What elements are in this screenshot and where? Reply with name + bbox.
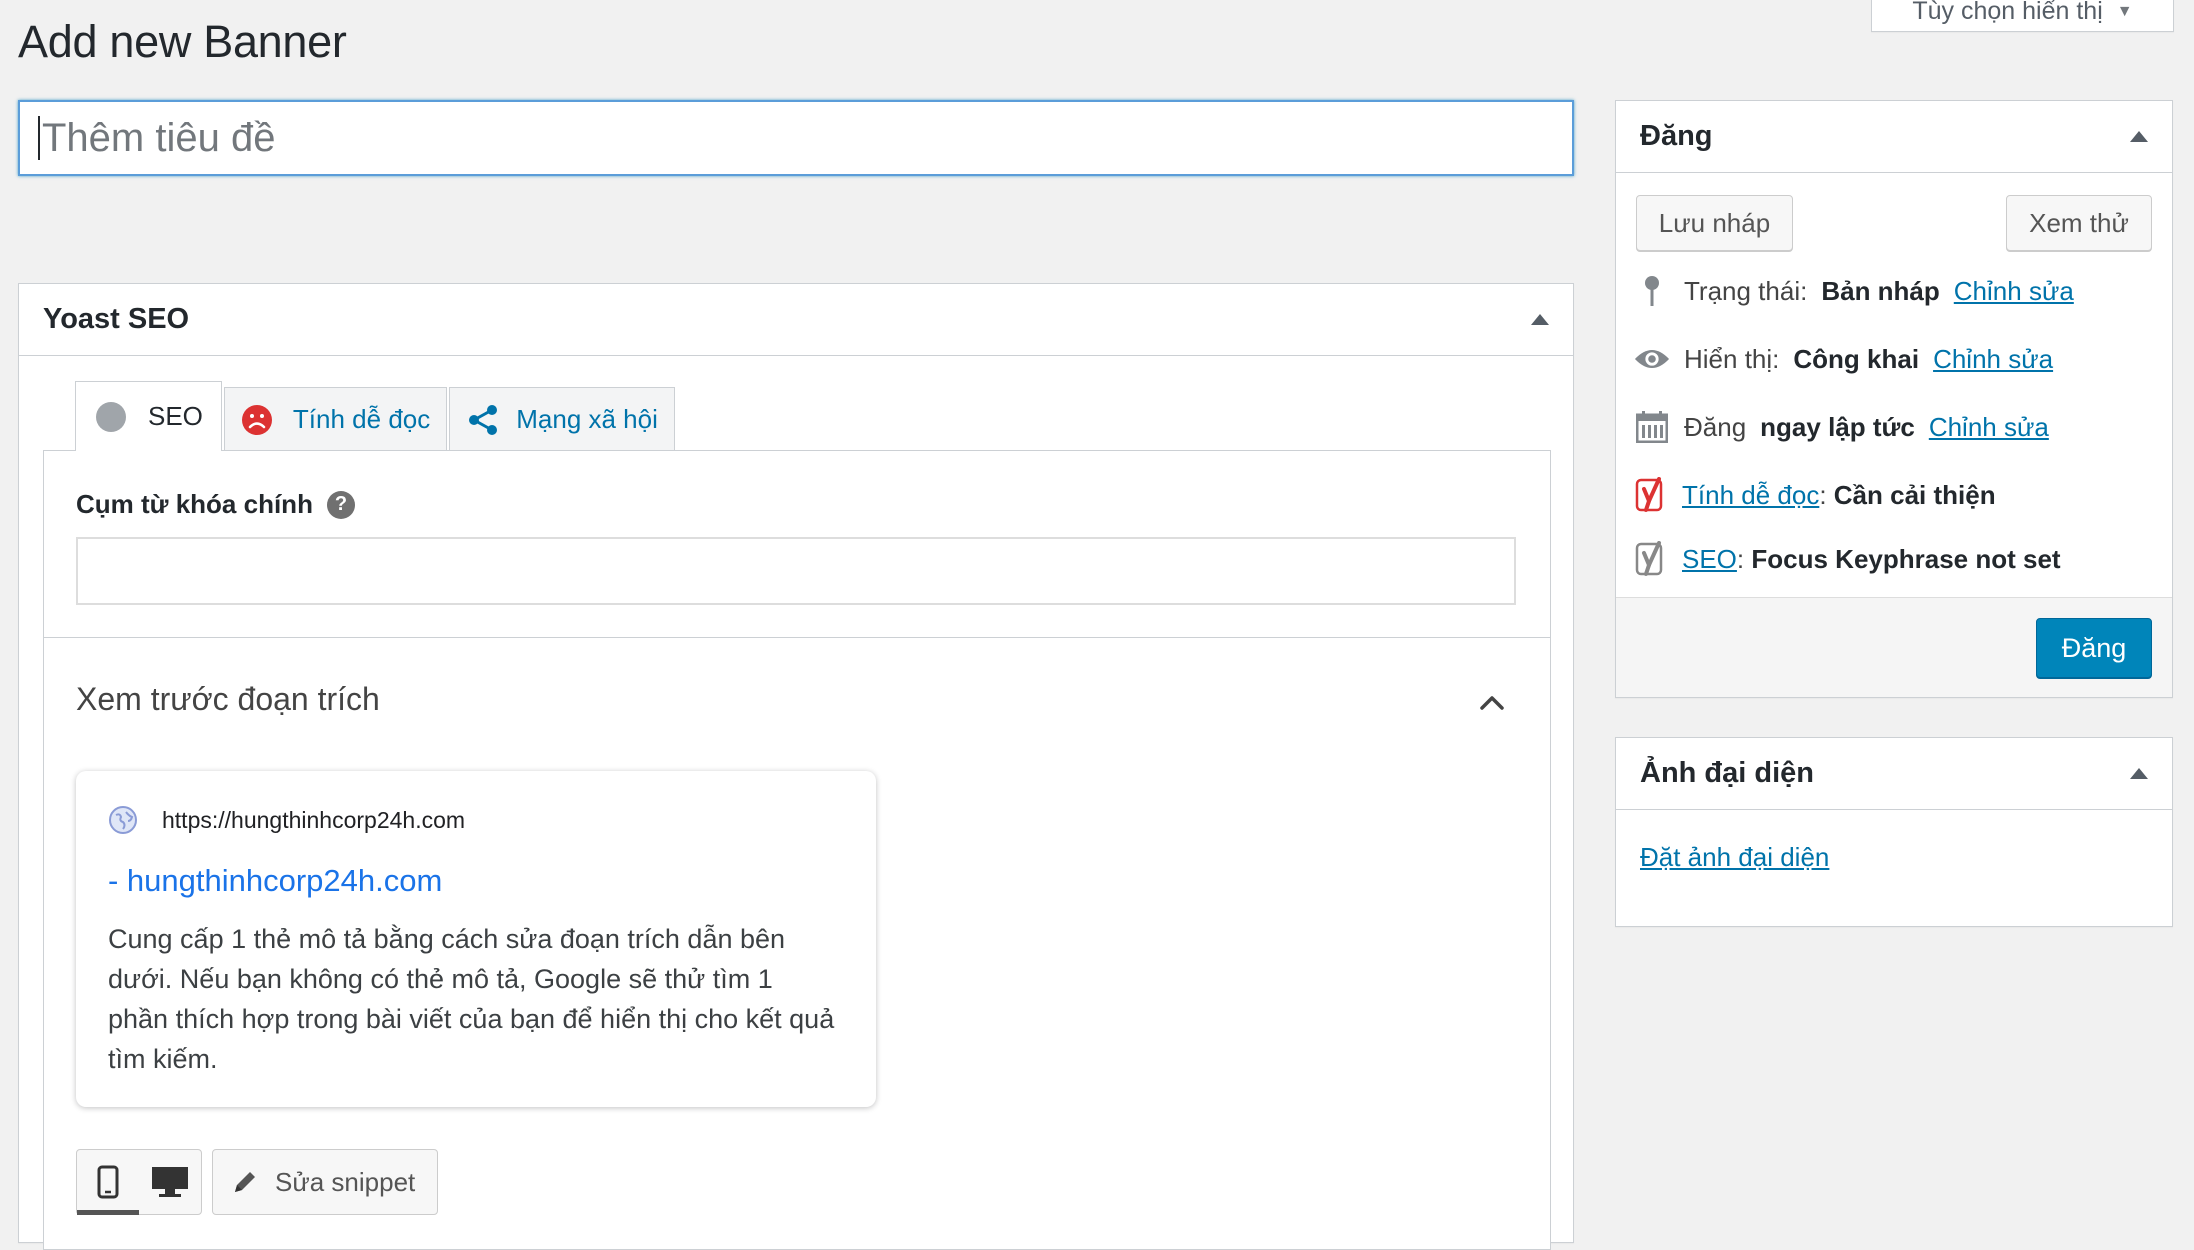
help-icon[interactable]: ? xyxy=(326,490,355,519)
schedule-value: ngay lập tức xyxy=(1760,411,1915,442)
status-value: Bản nháp xyxy=(1821,275,1940,306)
calendar-icon xyxy=(1634,409,1670,445)
edit-schedule-link[interactable]: Chỉnh sửa xyxy=(1929,412,2049,443)
seo-text: SEO: Focus Keyphrase not set xyxy=(1682,543,2061,574)
featured-title: Ảnh đại diện xyxy=(1640,757,1814,789)
tab-seo[interactable]: SEO xyxy=(75,381,222,451)
collapse-triangle-icon[interactable] xyxy=(1531,314,1549,325)
mobile-preview-button[interactable] xyxy=(77,1150,139,1215)
snippet-url: https://hungthinhcorp24h.com xyxy=(162,806,466,833)
title-input[interactable]: Thêm tiêu đề xyxy=(18,100,1574,176)
tab-social[interactable]: Mạng xã hội xyxy=(449,387,675,451)
publish-actions: Đăng xyxy=(1616,597,2172,697)
seo-value: Focus Keyphrase not set xyxy=(1751,543,2061,574)
status-row: Trạng thái: Bản nháp Chỉnh sửa xyxy=(1634,273,2074,309)
publish-header[interactable]: Đăng xyxy=(1616,101,2172,173)
yoast-tabs: SEO Tính dễ đọc Mạng xã hội xyxy=(75,381,677,451)
tab-social-label: Mạng xã hội xyxy=(516,404,658,434)
pencil-icon xyxy=(235,1172,255,1192)
pin-icon xyxy=(1634,273,1670,309)
title-placeholder: Thêm tiêu đề xyxy=(42,116,276,160)
edit-snippet-label: Sửa snippet xyxy=(275,1166,416,1197)
readability-text: Tính dễ đọc: Cần cải thiện xyxy=(1682,479,1996,510)
keyphrase-label: Cụm từ khóa chính ? xyxy=(76,489,355,520)
screen-options-label: Tùy chọn hiển thị xyxy=(1912,0,2103,25)
publish-button[interactable]: Đăng xyxy=(2036,618,2152,678)
snippet-site-title[interactable]: - hungthinhcorp24h.com xyxy=(108,863,442,899)
divider xyxy=(44,637,1550,638)
preview-button[interactable]: Xem thử xyxy=(2006,195,2152,251)
edit-snippet-button[interactable]: Sửa snippet xyxy=(212,1149,438,1215)
collapse-triangle-icon[interactable] xyxy=(2130,768,2148,779)
keyphrase-label-text: Cụm từ khóa chính xyxy=(76,489,313,519)
text-cursor xyxy=(38,116,40,160)
visibility-label: Hiển thị: xyxy=(1684,343,1780,374)
desktop-preview-button[interactable] xyxy=(139,1150,201,1214)
publish-title: Đăng xyxy=(1640,120,1713,152)
tab-readability[interactable]: Tính dễ đọc xyxy=(223,387,448,451)
chevron-up-icon[interactable] xyxy=(1478,689,1506,717)
tab-readability-label: Tính dễ đọc xyxy=(292,404,431,434)
screen-options-button[interactable]: Tùy chọn hiển thị ▼ xyxy=(1871,0,2174,32)
device-toggle-group xyxy=(76,1149,202,1215)
readability-value: Cần cải thiện xyxy=(1833,479,1996,510)
tab-seo-label: SEO xyxy=(148,401,203,431)
yoast-red-icon xyxy=(1634,477,1670,513)
mobile-icon xyxy=(97,1165,119,1199)
visibility-value: Công khai xyxy=(1793,343,1920,374)
snippet-preview-card: https://hungthinhcorp24h.com - hungthinh… xyxy=(76,771,876,1107)
snippet-preview-title[interactable]: Xem trước đoạn trích xyxy=(76,681,380,718)
yoast-seo-box: Yoast SEO SEO Tính dễ đọc Mạng xã hội Cụ… xyxy=(18,283,1574,1250)
snippet-description: Cung cấp 1 thẻ mô tả bằng cách sửa đoạn … xyxy=(108,924,835,1074)
sad-face-icon xyxy=(241,404,272,435)
readability-row: Tính dễ đọc: Cần cải thiện xyxy=(1634,477,1996,513)
seo-row: SEO: Focus Keyphrase not set xyxy=(1634,541,2061,577)
caret-down-icon: ▼ xyxy=(2116,2,2133,20)
edit-visibility-link[interactable]: Chỉnh sửa xyxy=(1933,344,2053,375)
yoast-header[interactable]: Yoast SEO xyxy=(19,284,1573,356)
yoast-title: Yoast SEO xyxy=(43,303,190,335)
keyphrase-input[interactable] xyxy=(76,537,1516,605)
save-draft-button[interactable]: Lưu nháp xyxy=(1636,195,1793,251)
collapse-triangle-icon[interactable] xyxy=(2130,131,2148,142)
seo-link[interactable]: SEO xyxy=(1682,544,1737,574)
publish-box: Đăng Lưu nháp Xem thử Trạng thái: Bản nh… xyxy=(1615,100,2173,698)
seo-tab-panel: Cụm từ khóa chính ? Xem trước đoạn trích… xyxy=(43,450,1551,1250)
grey-dot-icon xyxy=(96,401,126,432)
schedule-row: Đăng ngay lập tức Chỉnh sửa xyxy=(1634,409,2049,445)
page-title: Add new Banner xyxy=(18,16,347,67)
visibility-row: Hiển thị: Công khai Chỉnh sửa xyxy=(1634,341,2053,377)
share-icon xyxy=(469,404,498,435)
snippet-url-row: https://hungthinhcorp24h.com xyxy=(108,805,465,835)
yoast-grey-icon xyxy=(1634,541,1670,577)
set-featured-image-link[interactable]: Đặt ảnh đại diện xyxy=(1640,842,1829,873)
edit-status-link[interactable]: Chỉnh sửa xyxy=(1954,276,2074,307)
eye-icon xyxy=(1634,341,1670,377)
featured-header[interactable]: Ảnh đại diện xyxy=(1616,738,2172,810)
desktop-icon xyxy=(152,1167,188,1197)
schedule-label: Đăng xyxy=(1684,411,1747,442)
featured-image-box: Ảnh đại diện Đặt ảnh đại diện xyxy=(1615,737,2173,927)
status-label: Trạng thái: xyxy=(1684,275,1808,306)
readability-link[interactable]: Tính dễ đọc xyxy=(1682,480,1819,510)
globe-icon xyxy=(109,806,137,834)
